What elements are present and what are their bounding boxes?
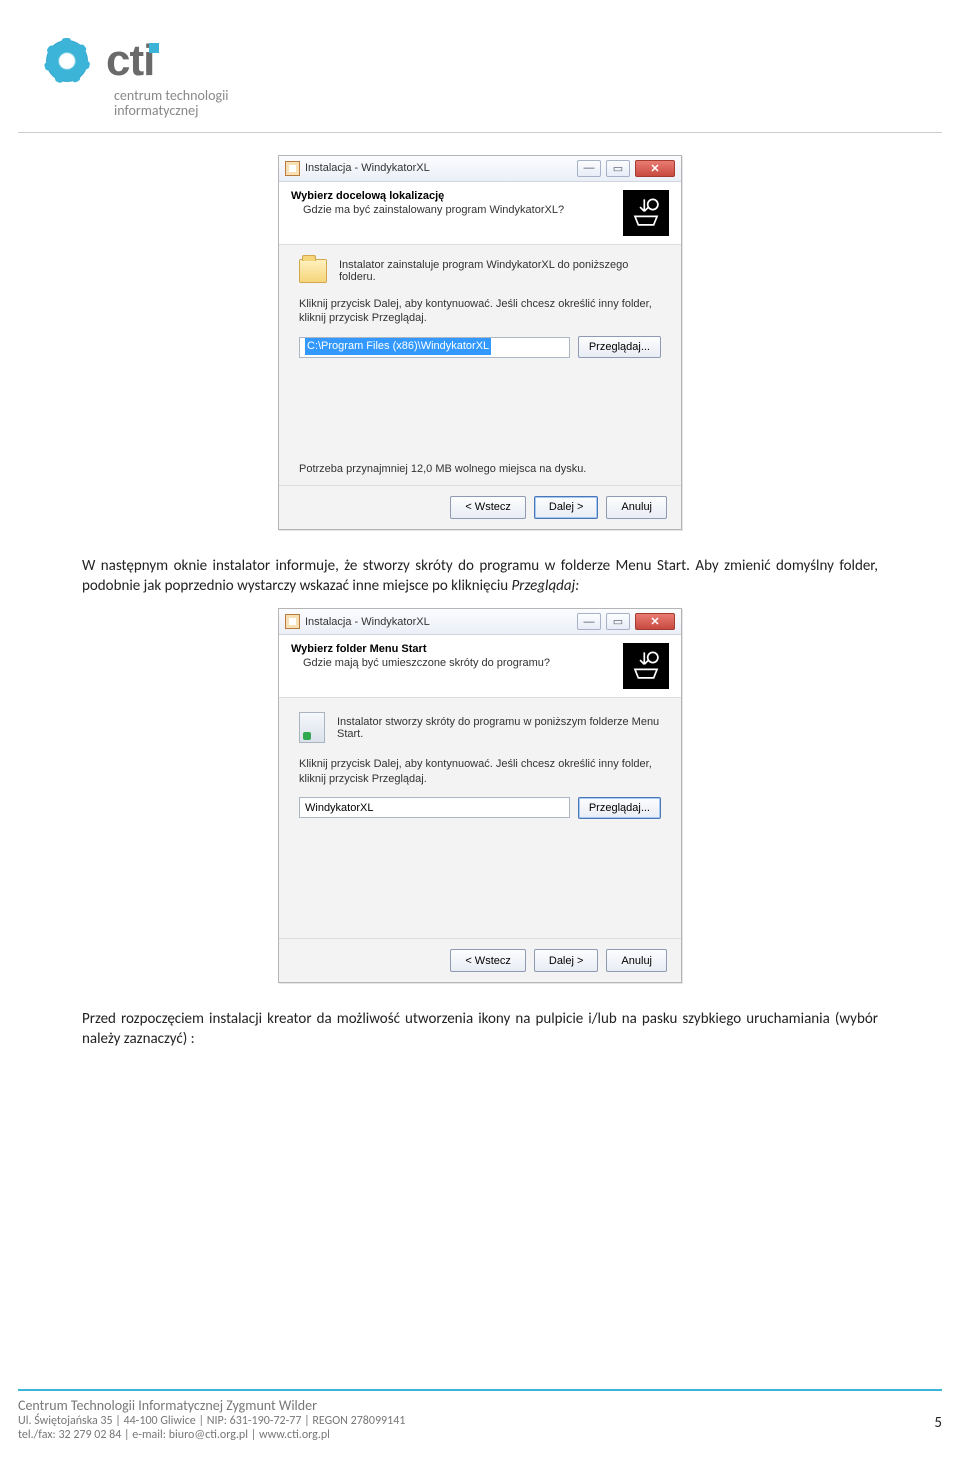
titlebar: Instalacja - WindykatorXL — ▭ ✕: [279, 609, 681, 635]
browse-button[interactable]: Przeglądaj...: [578, 336, 661, 358]
instruction-text: Kliknij przycisk Dalej, aby kontynuować.…: [299, 297, 661, 327]
maximize-button[interactable]: ▭: [606, 613, 630, 630]
minimize-button[interactable]: —: [577, 613, 601, 630]
installer-dialog-location: Instalacja - WindykatorXL — ▭ ✕ Wybierz …: [278, 155, 682, 530]
dialog-body: Instalator zainstaluje program Windykato…: [279, 245, 681, 485]
body-paragraph-2: Przed rozpoczęciem instalacji kreator da…: [82, 1009, 878, 1050]
back-button[interactable]: < Wstecz: [450, 949, 526, 972]
cancel-button[interactable]: Anuluj: [606, 949, 667, 972]
dialog-heading: Wybierz docelową lokalizację: [291, 190, 564, 202]
installer-icon: [285, 161, 300, 176]
para1-em: Przeglądaj:: [512, 577, 580, 595]
titlebar: Instalacja - WindykatorXL — ▭ ✕: [279, 156, 681, 182]
maximize-button[interactable]: ▭: [606, 160, 630, 177]
next-button[interactable]: Dalej >: [534, 949, 599, 972]
page-content: Instalacja - WindykatorXL — ▭ ✕ Wybierz …: [0, 133, 960, 1050]
path-row: Przeglądaj...: [299, 797, 661, 819]
para1-text: W następnym oknie instalator informuje, …: [82, 557, 878, 595]
back-button[interactable]: < Wstecz: [450, 496, 526, 519]
body-info-row: Instalator zainstaluje program Windykato…: [299, 259, 661, 283]
installer-dialog-startmenu: Instalacja - WindykatorXL — ▭ ✕ Wybierz …: [278, 608, 682, 983]
dialog-header: Wybierz docelową lokalizację Gdzie ma by…: [279, 182, 681, 244]
install-info-text: Instalator zainstaluje program Windykato…: [339, 259, 661, 283]
instruction-text: Kliknij przycisk Dalej, aby kontynuować.…: [299, 757, 661, 787]
browse-button[interactable]: Przeglądaj...: [578, 797, 661, 819]
body-paragraph-1: W następnym oknie instalator informuje, …: [82, 556, 878, 597]
shortcut-icon: [299, 712, 325, 743]
body-info-row: Instalator stworzy skróty do programu w …: [299, 712, 661, 743]
install-path-input[interactable]: C:\Program Files (x86)\WindykatorXL: [299, 337, 570, 358]
install-info-text: Instalator stworzy skróty do programu w …: [337, 716, 661, 740]
minimize-button[interactable]: —: [577, 160, 601, 177]
footer-company: Centrum Technologii Informatycznej Zygmu…: [18, 1397, 405, 1414]
window-title: Instalacja - WindykatorXL: [305, 616, 572, 628]
logo-row: cti: [38, 32, 942, 90]
dialog-header-text: Wybierz folder Menu Start Gdzie mają być…: [291, 643, 550, 669]
close-button[interactable]: ✕: [635, 613, 675, 630]
folder-icon: [299, 259, 327, 283]
logo-icon: [38, 32, 96, 90]
footer-address: Ul. Świętojańska 35 | 44-100 Gliwice | N…: [18, 1414, 405, 1428]
window-title: Instalacja - WindykatorXL: [305, 162, 572, 174]
logo-subtitle-2: informatycznej: [114, 103, 942, 120]
next-button[interactable]: Dalej >: [534, 496, 599, 519]
disk-arrow-icon: [623, 190, 669, 236]
cancel-button[interactable]: Anuluj: [606, 496, 667, 519]
logo-dot-icon: [149, 43, 159, 53]
dialog-subheading: Gdzie mają być umieszczone skróty do pro…: [291, 657, 550, 669]
disk-arrow-icon: [623, 643, 669, 689]
page-footer: Centrum Technologii Informatycznej Zygmu…: [18, 1389, 942, 1442]
dialog-subheading: Gdzie ma być zainstalowany program Windy…: [291, 204, 564, 216]
page-header: cti centrum technologii informatycznej: [18, 0, 942, 133]
footer-contact: tel./fax: 32 279 02 84 | e-mail: biuro@c…: [18, 1428, 405, 1442]
dialog-heading: Wybierz folder Menu Start: [291, 643, 550, 655]
dialog-header: Wybierz folder Menu Start Gdzie mają być…: [279, 635, 681, 697]
page-number: 5: [934, 1414, 942, 1432]
dialog-footer: < Wstecz Dalej > Anuluj: [279, 938, 681, 982]
brand-text: cti: [106, 36, 154, 85]
installer-icon: [285, 614, 300, 629]
disk-space-note: Potrzeba przynajmniej 12,0 MB wolnego mi…: [299, 463, 586, 475]
startmenu-folder-input[interactable]: [299, 797, 570, 818]
footer-left: Centrum Technologii Informatycznej Zygmu…: [18, 1397, 405, 1442]
dialog-footer: < Wstecz Dalej > Anuluj: [279, 485, 681, 529]
path-row: C:\Program Files (x86)\WindykatorXL Prze…: [299, 336, 661, 358]
close-button[interactable]: ✕: [635, 160, 675, 177]
dialog-body: Instalator stworzy skróty do programu w …: [279, 698, 681, 938]
dialog-header-text: Wybierz docelową lokalizację Gdzie ma by…: [291, 190, 564, 216]
logo-text: cti: [106, 36, 164, 86]
